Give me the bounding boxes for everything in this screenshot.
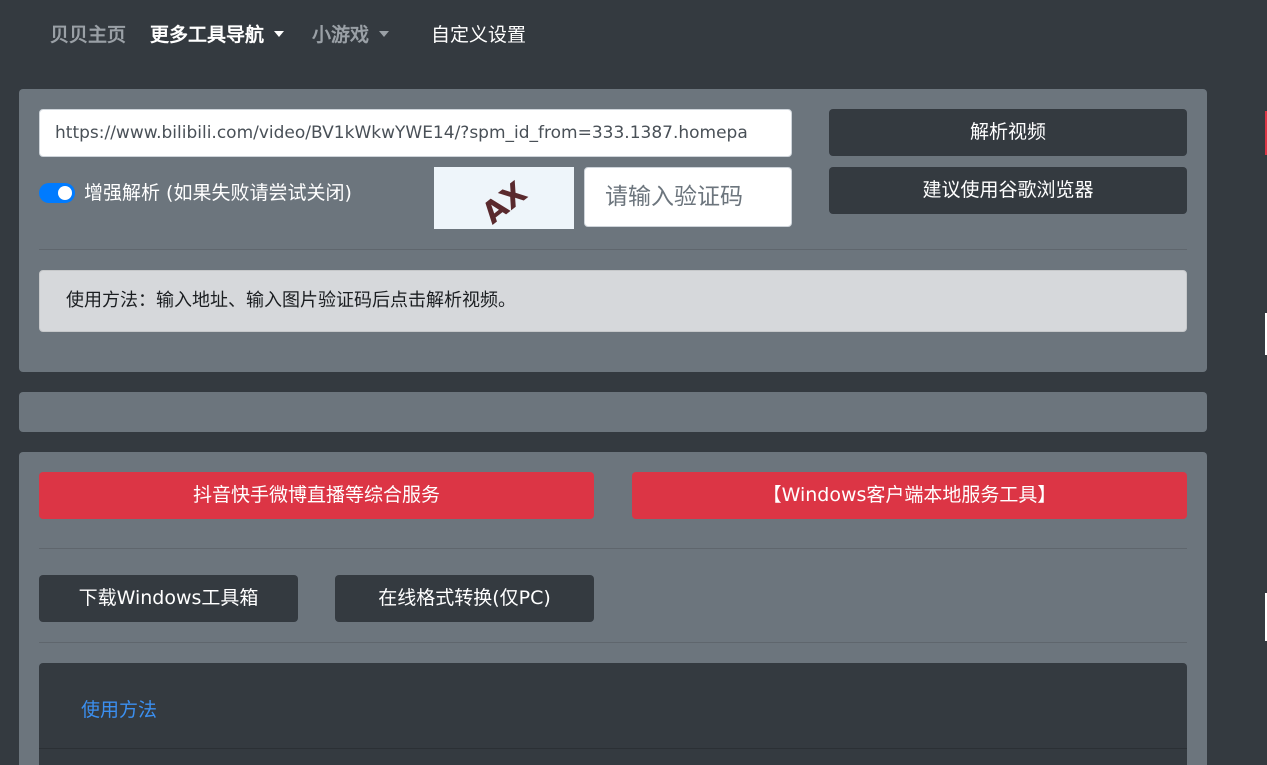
nav-more-tools-label: 更多工具导航 [150,24,265,46]
chevron-down-icon [379,31,390,37]
usage-tab-link[interactable]: 使用方法 [81,697,157,723]
divider [39,748,1187,749]
nav-mini-games-dropdown[interactable]: 小游戏 [312,22,390,48]
divider [39,642,1187,643]
captcha-input[interactable]: 请输入验证码 [584,167,792,227]
toggle-knob [58,186,72,200]
enhanced-parse-label: 增强解析 (如果失败请尝试关闭) [84,182,352,204]
captcha-glyphs: AX [476,175,534,231]
captcha-text: AX [476,175,534,229]
format-convert-button[interactable]: 在线格式转换(仅PC) [335,575,594,622]
chevron-down-icon [274,31,285,37]
enhanced-parse-toggle[interactable] [39,183,75,203]
nav-mini-games-label: 小游戏 [312,24,370,46]
parse-video-button[interactable]: 解析视频 [829,109,1187,156]
nav-home-link[interactable]: 贝贝主页 [50,22,126,48]
captcha-image[interactable]: AX [434,167,574,231]
download-toolbox-button[interactable]: 下载Windows工具箱 [39,575,298,622]
douyin-services-button[interactable]: 抖音快手微博直播等综合服务 [39,472,594,519]
nav-more-tools-dropdown[interactable]: 更多工具导航 [150,22,285,48]
video-url-input[interactable]: https://www.bilibili.com/video/BV1kWkwYW… [39,109,792,157]
empty-panel [19,392,1207,432]
nav-custom-settings-link[interactable]: 自定义设置 [431,22,526,48]
browser-tip-button[interactable]: 建议使用谷歌浏览器 [829,167,1187,214]
usage-alert: 使用方法：输入地址、输入图片验证码后点击解析视频。 [39,270,1187,332]
windows-client-button[interactable]: 【Windows客户端本地服务工具】 [632,472,1187,519]
divider [39,548,1187,549]
divider [39,249,1187,250]
usage-section [39,663,1187,765]
top-navbar: 贝贝主页 更多工具导航 小游戏 自定义设置 [0,0,1267,70]
